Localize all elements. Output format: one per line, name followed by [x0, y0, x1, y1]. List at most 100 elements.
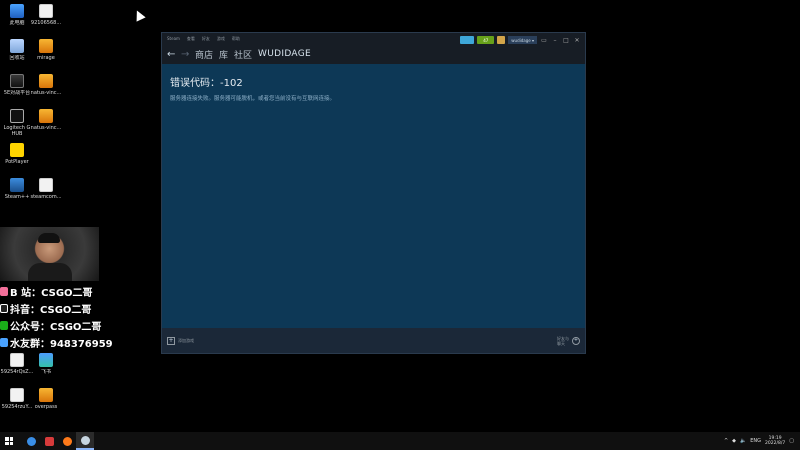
social-douyin: 抖音：CSGO二哥 [0, 301, 91, 316]
browser-icon [26, 436, 36, 446]
recycle-bin-icon [10, 39, 24, 53]
desktop-icon-label: natus-vinc... [30, 125, 62, 131]
document-icon [39, 178, 53, 192]
broadcast-button[interactable] [460, 36, 475, 44]
nav-username[interactable]: WUDIDAGE [258, 49, 311, 59]
nav-store[interactable]: 商店 [195, 48, 213, 61]
notification-center-icon[interactable]: ▢ [789, 438, 794, 444]
douyin-icon [0, 304, 8, 313]
nav-library[interactable]: 库 [219, 48, 228, 61]
desktop-icon-overpass[interactable]: overpass [29, 388, 63, 410]
friends-chat-button[interactable]: 好友与 聊天 + [557, 336, 580, 346]
friends-plus-icon: + [572, 336, 580, 345]
desktop-icon-label: 此电脑 [9, 20, 25, 26]
steam-nav-bar: ← → 商店 库 社区 WUDIDAGE [162, 44, 585, 64]
steam-content-area: 错误代码：-102 服务器连接失败。服务器可能脱机，或者您当前没有与互联网连接。 [162, 64, 585, 330]
5e-icon [10, 74, 24, 88]
csgo-icon [39, 74, 53, 88]
minimize-icon[interactable]: – [551, 37, 559, 44]
document-icon [39, 4, 53, 18]
language-indicator[interactable]: ENG [750, 438, 761, 444]
desktop-icon-label: 回收站 [9, 55, 25, 61]
steam-footer: + 添加游戏 好友与 聊天 + [162, 328, 585, 353]
friends-chat-label: 好友与 聊天 [557, 335, 569, 346]
document-icon [10, 353, 24, 367]
desktop-icon-label: steamcom... [30, 194, 62, 200]
notifications-button[interactable]: 47 [477, 36, 495, 44]
big-picture-icon[interactable]: ▭ [540, 37, 548, 44]
taskbar-recorder[interactable] [40, 432, 58, 450]
desktop-icon-label: overpass [34, 404, 58, 410]
wechat-icon [0, 321, 8, 330]
error-title: 错误代码：-102 [170, 78, 243, 89]
menu-steam[interactable]: Steam [167, 36, 180, 41]
firefox-icon [62, 436, 72, 446]
tray-chevron-up-icon[interactable]: ^ [724, 438, 728, 444]
desktop-icon-label: 59254rzuY... [1, 404, 33, 410]
clock[interactable]: 19:19 2022/8/7 [765, 436, 785, 446]
volume-icon[interactable]: 🔈 [740, 438, 746, 444]
bilibili-icon [0, 287, 8, 296]
desktop-icon-mirage[interactable]: mirage [29, 39, 63, 61]
social-wechat: 公众号：CSGO二哥 [0, 318, 101, 333]
taskbar-steam[interactable] [76, 432, 94, 450]
desktop-icon-label: 飞书 [40, 369, 51, 375]
desktop-icon-label: natus-vinc... [30, 90, 62, 96]
steam-titlebar-controls: 47 wudidage ▾ ▭ – □ ✕ [460, 36, 581, 44]
steam-icon [80, 435, 90, 445]
nav-community[interactable]: 社区 [234, 48, 252, 61]
desktop-icon-potplayer[interactable]: PotPlayer [0, 143, 34, 165]
logitech-icon [10, 109, 24, 123]
add-game-button[interactable]: + 添加游戏 [167, 336, 194, 345]
social-text: 公众号：CSGO二哥 [10, 322, 102, 333]
social-qq-group: 水友群：948376959 [0, 335, 113, 350]
desktop-icon-steamcom[interactable]: steamcom... [29, 178, 63, 200]
recorder-icon [44, 436, 54, 446]
account-dropdown[interactable]: wudidage ▾ [508, 36, 537, 44]
social-text: 抖音：CSGO二哥 [10, 305, 92, 316]
notification-count: 47 [483, 37, 489, 43]
forward-arrow-icon[interactable]: → [181, 49, 189, 60]
streamer-shirt [28, 263, 72, 281]
desktop-icon-label: mirage [37, 55, 55, 61]
maximize-icon[interactable]: □ [562, 37, 570, 44]
menu-friends[interactable]: 好友 [202, 36, 210, 42]
start-button[interactable] [0, 432, 18, 450]
clock-date: 2022/8/7 [765, 441, 786, 446]
tray-app-icon[interactable]: ◆ [732, 438, 736, 444]
computer-icon [10, 4, 24, 18]
system-tray: ^ ◆ 🔈 ENG 19:19 2022/8/7 ▢ [724, 432, 794, 450]
csgo-icon [39, 388, 53, 402]
taskbar: ^ ◆ 🔈 ENG 19:19 2022/8/7 ▢ [0, 432, 800, 450]
desktop-icon-label: Steam++ [4, 194, 30, 200]
feishu-icon [39, 353, 53, 367]
desktop-icon-file[interactable]: 92106568... [29, 4, 63, 26]
streamer-hair [38, 233, 60, 243]
add-game-label: 添加游戏 [178, 337, 194, 343]
plus-icon: + [167, 336, 175, 345]
desktop-icon-feishu[interactable]: 飞书 [29, 353, 63, 375]
menu-games[interactable]: 游戏 [217, 36, 225, 42]
social-text: B 站：CSGO二哥 [10, 288, 93, 299]
document-icon [10, 388, 24, 402]
avatar[interactable] [497, 36, 506, 44]
account-name: wudidage [511, 37, 531, 43]
menu-view[interactable]: 查看 [187, 36, 195, 42]
mouse-cursor-icon [132, 8, 146, 22]
potplayer-icon [10, 143, 24, 157]
webcam-overlay [0, 227, 99, 281]
menu-help[interactable]: 帮助 [232, 36, 240, 42]
csgo-icon [39, 109, 53, 123]
taskbar-browser[interactable] [22, 432, 40, 450]
taskbar-firefox[interactable] [58, 432, 76, 450]
back-arrow-icon[interactable]: ← [167, 49, 175, 60]
csgo-icon [39, 39, 53, 53]
desktop-icon-label: 5E对战平台 [3, 90, 31, 96]
desktop-icon-label: 92106568... [30, 20, 62, 26]
error-description: 服务器连接失败。服务器可能脱机，或者您当前没有与互联网连接。 [170, 96, 336, 102]
desktop-icon-natus-vincere-2[interactable]: natus-vinc... [29, 109, 63, 131]
steam-window: Steam 查看 好友 游戏 帮助 47 wudidage ▾ ▭ – □ ✕ … [161, 32, 586, 354]
desktop-icon-natus-vincere-1[interactable]: natus-vinc... [29, 74, 63, 96]
close-icon[interactable]: ✕ [573, 37, 581, 44]
social-bilibili: B 站：CSGO二哥 [0, 284, 93, 299]
